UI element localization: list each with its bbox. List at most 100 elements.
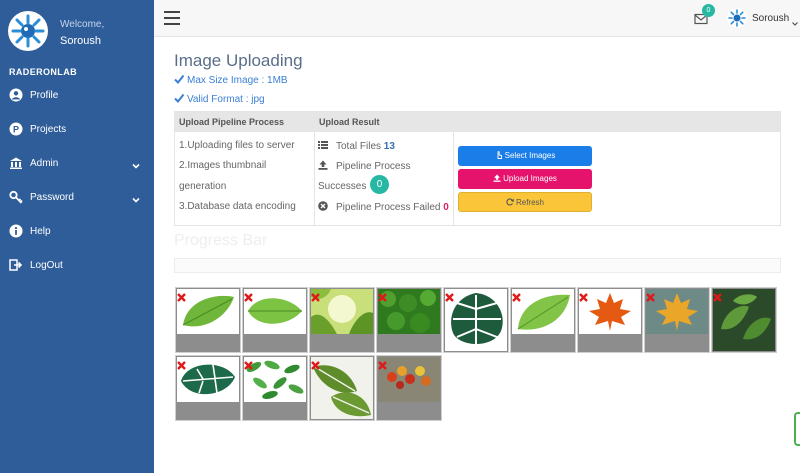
valid-format-text: Valid Format : jpg (187, 94, 265, 105)
sidebar-item-label: Profile (30, 90, 59, 101)
refresh-icon (506, 194, 514, 206)
chevron-down-icon (131, 158, 141, 169)
image-thumbnail[interactable] (175, 287, 241, 353)
failed-label: Pipeline Process Failed (336, 202, 441, 213)
delete-icon[interactable] (646, 289, 655, 302)
sign-out-icon (9, 258, 23, 272)
max-size-info: Max Size Image : 1MB (174, 74, 288, 86)
pipeline-failed: Pipeline Process Failed 0 (318, 201, 449, 213)
hand-pointer-icon (495, 147, 503, 159)
image-thumbnail[interactable] (309, 355, 375, 421)
sidebar-item-admin[interactable]: Admin (0, 149, 154, 179)
pipeline-header: Upload Pipeline Process Upload Result (175, 112, 780, 132)
sidebar: Welcome, Soroush RADERONLAB Profile P Pr… (0, 0, 154, 473)
autumn-leaves-image (378, 357, 440, 402)
delete-icon[interactable] (177, 357, 186, 370)
svg-text:P: P (13, 124, 19, 134)
image-thumbnail[interactable] (644, 287, 710, 353)
pipeline-table: Upload Pipeline Process Upload Result 1.… (174, 111, 781, 226)
max-size-text: Max Size Image : 1MB (187, 75, 288, 86)
leaf-image (244, 289, 306, 334)
delete-icon[interactable] (244, 357, 253, 370)
select-images-button[interactable]: Select Images (458, 146, 592, 166)
upload-images-label: Upload Images (503, 174, 557, 183)
total-files: Total Files 13 (318, 140, 395, 152)
sidebar-brand: Welcome, Soroush (0, 0, 154, 60)
check-icon (174, 74, 185, 85)
bank-icon (9, 156, 23, 170)
header-result: Upload Result (319, 117, 380, 127)
avatar[interactable] (727, 8, 747, 28)
sidebar-item-label: Help (30, 226, 51, 237)
monstera-image (445, 289, 507, 351)
sidebar-item-help[interactable]: Help (0, 217, 154, 247)
sidebar-item-label: Projects (30, 124, 67, 135)
check-icon (174, 93, 185, 104)
sidebar-item-label: LogOut (30, 260, 63, 271)
maple-leaf-orange-image (579, 289, 641, 334)
image-thumbnail[interactable] (242, 287, 308, 353)
image-thumbnail[interactable] (175, 355, 241, 421)
user-circle-icon (9, 88, 23, 102)
delete-icon[interactable] (378, 289, 387, 302)
sidebar-username: Soroush (60, 35, 101, 47)
pipeline-step: 2.Images thumbnail (179, 160, 267, 171)
info-circle-icon (9, 224, 23, 238)
total-files-value: 13 (383, 141, 395, 152)
upload-icon (493, 170, 501, 182)
maple-leaf-yellow-image (646, 289, 708, 334)
sidebar-item-label: Password (30, 192, 74, 203)
pipeline-process: Pipeline Process (318, 160, 410, 172)
chevron-down-icon[interactable] (791, 15, 799, 26)
progress-title: Progress Bar (174, 232, 268, 249)
image-thumbnail[interactable] (577, 287, 643, 353)
mail-count-badge: 0 (702, 4, 715, 17)
sidebar-item-profile[interactable]: Profile (0, 81, 154, 111)
p-circle-icon: P (9, 122, 23, 136)
chevron-down-icon (131, 192, 141, 203)
list-icon (318, 140, 328, 150)
menu-toggle-icon[interactable] (164, 11, 180, 25)
image-thumbnail[interactable] (309, 287, 375, 353)
pipeline-step: 3.Database data encoding (179, 201, 296, 212)
delete-icon[interactable] (713, 289, 722, 302)
image-thumbnail[interactable] (711, 287, 777, 353)
delete-icon[interactable] (445, 289, 454, 302)
divider (314, 132, 315, 225)
top-username[interactable]: Soroush (752, 13, 789, 24)
tea-leaves-image (713, 289, 775, 351)
pipeline-step: generation (179, 181, 227, 192)
sidebar-item-logout[interactable]: LogOut (0, 251, 154, 281)
divider (453, 132, 454, 225)
monstera-leaf-image (177, 357, 239, 402)
image-thumbnail[interactable] (510, 287, 576, 353)
image-thumbnail[interactable] (242, 355, 308, 421)
failed-value: 0 (443, 202, 449, 213)
delete-icon[interactable] (378, 357, 387, 370)
leaf-image (177, 289, 239, 334)
feedback-tab[interactable] (794, 412, 800, 446)
green-leaf-image (512, 289, 574, 334)
image-thumbnail[interactable] (443, 287, 509, 353)
delete-icon[interactable] (311, 357, 320, 370)
welcome-text: Welcome, (60, 19, 105, 30)
valid-format-info: Valid Format : jpg (174, 93, 265, 105)
sidebar-item-label: Admin (30, 158, 59, 169)
image-thumbnail[interactable] (376, 287, 442, 353)
key-icon (9, 190, 23, 204)
total-files-label: Total Files (336, 141, 382, 152)
select-images-label: Select Images (504, 151, 556, 160)
successes-label: Successes (318, 181, 367, 192)
sidebar-item-password[interactable]: Password (0, 183, 154, 213)
scattered-leaves-image (244, 357, 306, 402)
delete-icon[interactable] (311, 289, 320, 302)
image-thumbnail[interactable] (376, 355, 442, 421)
sidebar-item-projects[interactable]: P Projects (0, 115, 154, 145)
upload-icon (318, 160, 328, 170)
delete-icon[interactable] (244, 289, 253, 302)
delete-icon[interactable] (579, 289, 588, 302)
delete-icon[interactable] (512, 289, 521, 302)
delete-icon[interactable] (177, 289, 186, 302)
refresh-button[interactable]: Refresh (458, 192, 592, 212)
upload-images-button[interactable]: Upload Images (458, 169, 592, 189)
